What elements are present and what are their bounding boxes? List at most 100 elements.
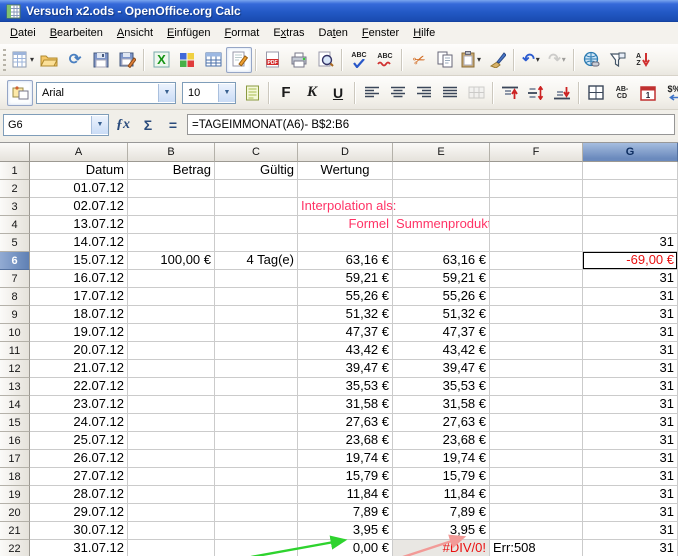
row-header-7[interactable]: 7 — [0, 270, 30, 288]
column-header-C[interactable]: C — [215, 143, 298, 162]
cell-G13[interactable]: 31 — [583, 378, 678, 396]
cell-B5[interactable] — [128, 234, 215, 252]
font-size-dropdown-icon[interactable]: ▼ — [218, 84, 235, 102]
cell-A10[interactable]: 19.07.12 — [30, 324, 128, 342]
autofilter-button[interactable] — [604, 47, 630, 73]
cell-G15[interactable]: 31 — [583, 414, 678, 432]
cell-E8[interactable]: 55,26 € — [393, 288, 490, 306]
row-header-14[interactable]: 14 — [0, 396, 30, 414]
cell-E4[interactable]: Summenprodukt — [393, 216, 490, 234]
cell-A11[interactable]: 20.07.12 — [30, 342, 128, 360]
cell-B3[interactable] — [128, 198, 215, 216]
auto-spellcheck-button[interactable]: ABC — [372, 47, 398, 73]
edit-mode-button[interactable] — [226, 47, 252, 73]
cell-B17[interactable] — [128, 450, 215, 468]
cell-G20[interactable]: 31 — [583, 504, 678, 522]
row-header-3[interactable]: 3 — [0, 198, 30, 216]
cell-A4[interactable]: 13.07.12 — [30, 216, 128, 234]
insert-table-button[interactable] — [200, 47, 226, 73]
cell-B2[interactable] — [128, 180, 215, 198]
menu-einfgen[interactable]: Einfügen — [160, 24, 217, 42]
cell-F10[interactable] — [490, 324, 583, 342]
function-button[interactable]: = — [162, 114, 184, 136]
cell-D1[interactable]: Wertung — [298, 162, 393, 180]
cell-B20[interactable] — [128, 504, 215, 522]
cell-E14[interactable]: 31,58 € — [393, 396, 490, 414]
save-button[interactable] — [88, 47, 114, 73]
redo-button[interactable]: ↷ ▾ — [544, 47, 570, 73]
merge-cells-button[interactable] — [463, 80, 489, 106]
cell-F22[interactable]: Err:508 — [490, 540, 583, 556]
date-format-button[interactable]: 1 — [635, 80, 661, 106]
cell-D15[interactable]: 27,63 € — [298, 414, 393, 432]
cell-D7[interactable]: 59,21 € — [298, 270, 393, 288]
cell-C15[interactable] — [215, 414, 298, 432]
cell-F3[interactable] — [490, 198, 583, 216]
reload-button[interactable]: ⟳ — [62, 47, 88, 73]
cell-C20[interactable] — [215, 504, 298, 522]
hyperlink-button[interactable] — [578, 47, 604, 73]
formula-input[interactable]: =TAGEIMMONAT(A6)- B$2:B6 — [187, 114, 675, 135]
cell-B8[interactable] — [128, 288, 215, 306]
cell-G9[interactable]: 31 — [583, 306, 678, 324]
cell-A5[interactable]: 14.07.12 — [30, 234, 128, 252]
color-squares-button[interactable] — [174, 47, 200, 73]
cell-B21[interactable] — [128, 522, 215, 540]
align-vcenter-button[interactable] — [523, 80, 549, 106]
menu-datei[interactable]: Datei — [3, 24, 43, 42]
cell-D3[interactable]: Interpolation als: — [298, 198, 393, 216]
cell-A8[interactable]: 17.07.12 — [30, 288, 128, 306]
font-size-combo[interactable]: 10 ▼ — [182, 82, 236, 104]
paste-button[interactable]: ▾ — [458, 47, 484, 73]
cell-A17[interactable]: 26.07.12 — [30, 450, 128, 468]
cell-C1[interactable]: Gültig — [215, 162, 298, 180]
cell-D9[interactable]: 51,32 € — [298, 306, 393, 324]
row-header-11[interactable]: 11 — [0, 342, 30, 360]
sort-descending-button[interactable]: A Z — [630, 47, 656, 73]
currency-format-button[interactable]: $% — [661, 80, 678, 106]
cell-F1[interactable] — [490, 162, 583, 180]
paste-dropdown-icon[interactable]: ▾ — [477, 55, 481, 64]
underline-button[interactable]: U — [325, 80, 351, 106]
cell-C9[interactable] — [215, 306, 298, 324]
cell-F2[interactable] — [490, 180, 583, 198]
copy-button[interactable] — [432, 47, 458, 73]
justify-button[interactable] — [437, 80, 463, 106]
cell-C14[interactable] — [215, 396, 298, 414]
new-dropdown-icon[interactable]: ▾ — [30, 55, 34, 64]
column-header-G[interactable]: G — [583, 143, 678, 162]
cell-A7[interactable]: 16.07.12 — [30, 270, 128, 288]
function-wizard-button[interactable]: ƒx — [112, 114, 134, 136]
cell-G6[interactable]: -69,00 € — [583, 252, 678, 270]
cell-G14[interactable]: 31 — [583, 396, 678, 414]
cell-A16[interactable]: 25.07.12 — [30, 432, 128, 450]
cell-D11[interactable]: 43,42 € — [298, 342, 393, 360]
page-preview-button[interactable] — [312, 47, 338, 73]
cell-E3[interactable] — [393, 198, 490, 216]
cell-D18[interactable]: 15,79 € — [298, 468, 393, 486]
cell-F4[interactable] — [490, 216, 583, 234]
column-header-F[interactable]: F — [490, 143, 583, 162]
menu-fenster[interactable]: Fenster — [355, 24, 406, 42]
format-paintbrush-button[interactable] — [484, 47, 510, 73]
save-as-button[interactable] — [114, 47, 140, 73]
align-left-button[interactable] — [359, 80, 385, 106]
cell-G4[interactable] — [583, 216, 678, 234]
row-header-15[interactable]: 15 — [0, 414, 30, 432]
cell-G21[interactable]: 31 — [583, 522, 678, 540]
cell-A3[interactable]: 02.07.12 — [30, 198, 128, 216]
cell-E13[interactable]: 35,53 € — [393, 378, 490, 396]
menu-extras[interactable]: Extras — [266, 24, 311, 42]
row-header-19[interactable]: 19 — [0, 486, 30, 504]
cell-A14[interactable]: 23.07.12 — [30, 396, 128, 414]
cell-D16[interactable]: 23,68 € — [298, 432, 393, 450]
cell-E18[interactable]: 15,79 € — [393, 468, 490, 486]
cell-G17[interactable]: 31 — [583, 450, 678, 468]
cell-G19[interactable]: 31 — [583, 486, 678, 504]
column-header-B[interactable]: B — [128, 143, 215, 162]
row-header-12[interactable]: 12 — [0, 360, 30, 378]
cell-E22[interactable]: #DIV/0! — [393, 540, 490, 556]
cell-B7[interactable] — [128, 270, 215, 288]
cell-G7[interactable]: 31 — [583, 270, 678, 288]
row-header-4[interactable]: 4 — [0, 216, 30, 234]
